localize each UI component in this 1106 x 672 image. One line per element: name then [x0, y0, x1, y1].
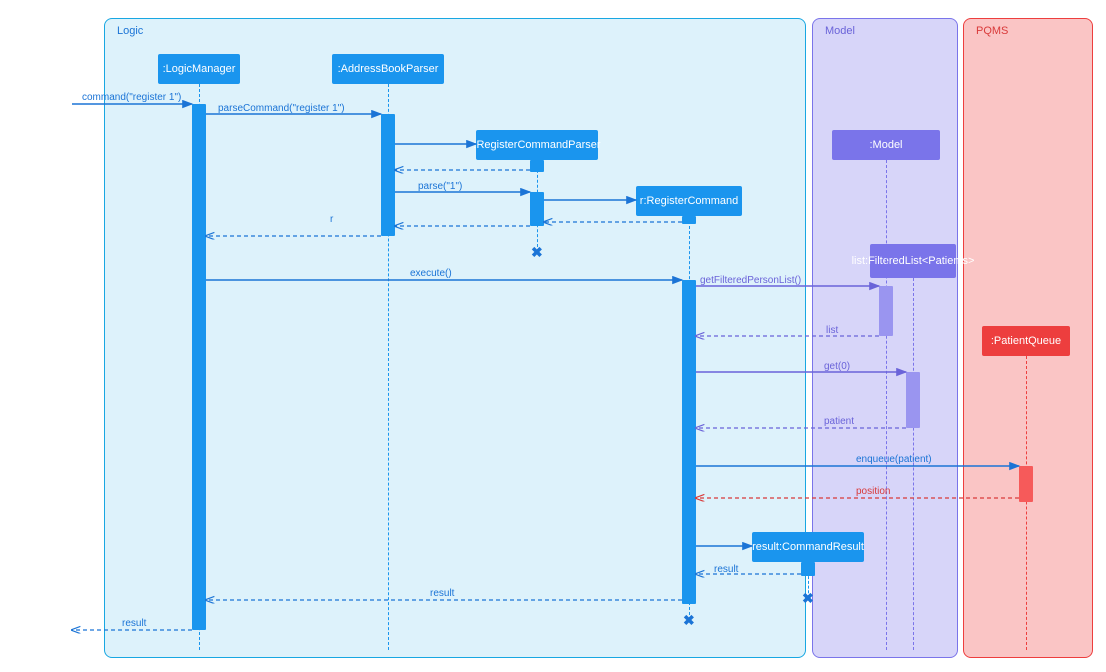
msg-result: result [430, 588, 454, 599]
model-lifeline-head: :Model [832, 130, 940, 160]
registercommandparser-activation-2 [530, 192, 544, 226]
registercommand-lifeline-head: r:RegisterCommand [636, 186, 742, 216]
msg-parse: parse("1") [418, 181, 462, 192]
registercommandparser-lifeline-head: :RegisterCommandParser [476, 130, 598, 160]
msg-list: list [826, 325, 838, 336]
msg-get0: get(0) [824, 361, 850, 372]
commandresult-lifeline-head: result:CommandResult [752, 532, 864, 562]
msg-r: r [330, 214, 333, 225]
msg-command: command("register 1") [82, 92, 181, 103]
commandresult-activation [801, 562, 815, 576]
msg-parse-command: parseCommand("register 1") [218, 103, 345, 114]
patientqueue-lifeline [1026, 356, 1027, 650]
registercommandparser-activation-1 [530, 160, 544, 172]
filteredlist-activation [906, 372, 920, 428]
destroy-icon: ✖ [531, 244, 543, 261]
msg-position: position [856, 486, 890, 497]
msg-getfiltered: getFilteredPersonList() [700, 275, 801, 286]
msg-enqueue: enqueue(patient) [856, 454, 932, 465]
logic-frame: Logic [104, 18, 806, 658]
logic-frame-label: Logic [117, 25, 143, 37]
patientqueue-activation [1019, 466, 1033, 502]
model-lifeline [886, 160, 887, 650]
msg-execute: execute() [410, 268, 452, 279]
msg-result-final: result [122, 618, 146, 629]
addressbookparser-activation [381, 114, 395, 236]
pqms-frame-label: PQMS [976, 25, 1008, 37]
msg-result-inner: result [714, 564, 738, 575]
registercommand-activation [682, 280, 696, 604]
model-activation [879, 286, 893, 336]
registercommand-activation-0 [682, 216, 696, 224]
model-frame-label: Model [825, 25, 855, 37]
destroy-icon: ✖ [683, 612, 695, 629]
logicmanager-activation [192, 104, 206, 630]
logicmanager-lifeline-head: :LogicManager [158, 54, 240, 84]
destroy-icon: ✖ [802, 590, 814, 607]
msg-patient: patient [824, 416, 854, 427]
filteredlist-lifeline-head: list:FilteredList<Patients> [870, 244, 956, 278]
patientqueue-lifeline-head: :PatientQueue [982, 326, 1070, 356]
model-frame: Model [812, 18, 958, 658]
addressbookparser-lifeline-head: :AddressBookParser [332, 54, 444, 84]
